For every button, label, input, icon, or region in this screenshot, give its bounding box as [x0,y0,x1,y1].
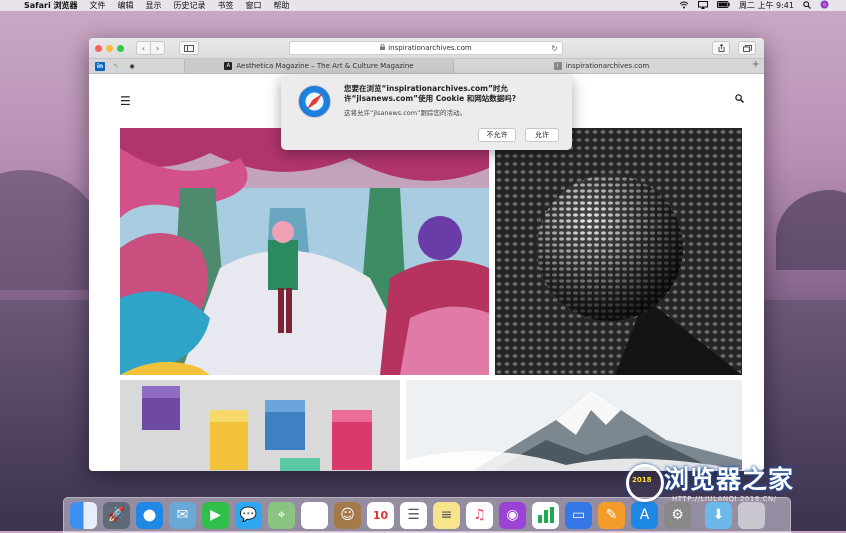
desktop-hill-right [776,190,846,270]
notes-icon[interactable]: ≡ [433,501,460,529]
reload-icon[interactable]: ↻ [551,44,558,53]
new-tab-button[interactable]: + [752,59,760,70]
safari-icon[interactable] [136,501,163,529]
finder-icon[interactable] [70,501,97,529]
maps-icon[interactable]: ⌖ [268,501,295,529]
watermark-year: 2018 [632,476,652,484]
menu-help[interactable]: 帮助 [274,0,290,11]
tabs-overview-icon [742,44,752,52]
window-controls [95,44,124,52]
airplay-icon[interactable] [697,0,708,11]
facetime-icon[interactable]: ▶ [202,501,229,529]
safari-compass-icon [298,85,331,118]
sidebar-button[interactable] [179,41,199,55]
reminders-icon[interactable]: ☰ [400,501,427,529]
inspiration-favicon-icon: i [553,62,562,70]
music-icon[interactable]: ♫ [466,501,493,529]
favorite-weibo-icon[interactable]: ◉ [127,62,137,71]
chevron-right-icon: › [155,43,160,53]
allow-button[interactable]: 允许 [525,128,559,142]
tab-title: inspirationarchives.com [565,62,650,70]
photos-icon[interactable]: ✿ [301,501,328,529]
hamburger-menu-icon[interactable]: ☰ [120,94,131,108]
pages-icon[interactable]: ✎ [598,501,625,529]
watermark-url: HTTP://LIULANQI.2018.CN/ [672,495,777,503]
minimize-button[interactable] [106,44,113,52]
wifi-icon[interactable] [679,1,689,11]
numbers-icon[interactable] [532,501,559,529]
calendar-icon[interactable]: 10 [367,501,394,529]
lock-icon [380,43,386,52]
close-button[interactable] [95,44,102,52]
dialog-title: 您要在浏览“inspirationarchives.com”时允许“jlsane… [344,84,517,103]
aesthetica-favicon-icon: A [224,62,233,70]
dotted-sphere-image[interactable] [495,128,742,375]
sidebar-icon [184,44,194,52]
menu-app-name[interactable]: Safari 浏览器 [24,0,78,11]
keynote-icon[interactable]: ▭ [565,501,592,529]
launchpad-icon[interactable]: 🚀 [103,501,130,529]
menu-extras: 周二 上午 9:41 [679,0,838,11]
site-search-icon[interactable] [735,94,745,106]
watermark-logo: 2018 浏览器之家 HTTP://LIULANQI.2018.CN/ [622,458,842,508]
zoom-button[interactable] [117,44,124,52]
safari-toolbar: ‹ › inspirationarchives.com ↻ [89,38,764,58]
share-icon [718,44,724,52]
messages-icon[interactable]: 💬 [235,501,262,529]
cookie-permission-dialog: 您要在浏览“inspirationarchives.com”时允许“jlsane… [281,76,572,150]
battery-icon[interactable] [716,1,730,10]
show-tabs-button[interactable] [738,41,756,55]
tab-inspirationarchives[interactable]: i inspirationarchives.com [453,59,750,73]
siri-icon[interactable] [820,0,829,11]
menu-window[interactable]: 窗口 [246,0,262,11]
menu-history[interactable]: 历史记录 [174,0,206,11]
tab-title: Aesthetica Magazine – The Art & Culture … [236,62,414,70]
favorite-bookmark-icon[interactable]: ✎ [111,62,121,71]
chevron-left-icon: ‹ [141,43,146,53]
share-button[interactable] [712,41,730,55]
tab-bar: in ✎ ◉ A Aesthetica Magazine – The Art &… [89,58,764,74]
back-button[interactable]: ‹ [136,41,151,55]
navigation-buttons: ‹ › [136,41,165,55]
colored-cubes-image[interactable] [120,380,400,471]
watermark-text: 浏览器之家 [664,465,795,494]
menu-bookmarks[interactable]: 书签 [218,0,234,11]
deny-button[interactable]: 不允许 [478,128,516,142]
menu-file[interactable]: 文件 [90,0,106,11]
menu-edit[interactable]: 编辑 [118,0,134,11]
spotlight-icon[interactable] [803,0,811,11]
address-text: inspirationarchives.com [388,44,472,52]
menu-view[interactable]: 显示 [146,0,162,11]
tab-aesthetica[interactable]: A Aesthetica Magazine – The Art & Cultur… [184,59,454,73]
address-bar[interactable]: inspirationarchives.com ↻ [289,41,563,55]
illustration-forest-image[interactable] [120,128,489,375]
favorite-linkedin-icon[interactable]: in [95,61,105,71]
forward-button[interactable]: › [151,41,165,55]
podcasts-icon[interactable]: ◉ [499,501,526,529]
contacts-icon[interactable]: ☺ [334,501,361,529]
dialog-message: 这将允许“jlsanews.com”跟踪您的活动。 [344,109,466,117]
mail-icon[interactable]: ✉ [169,501,196,529]
desktop-hill-left [0,170,100,290]
menu-clock[interactable]: 周二 上午 9:41 [739,0,794,11]
menu-bar: Safari 浏览器 文件 编辑 显示 历史记录 书签 窗口 帮助 周二 上午 … [0,0,846,11]
